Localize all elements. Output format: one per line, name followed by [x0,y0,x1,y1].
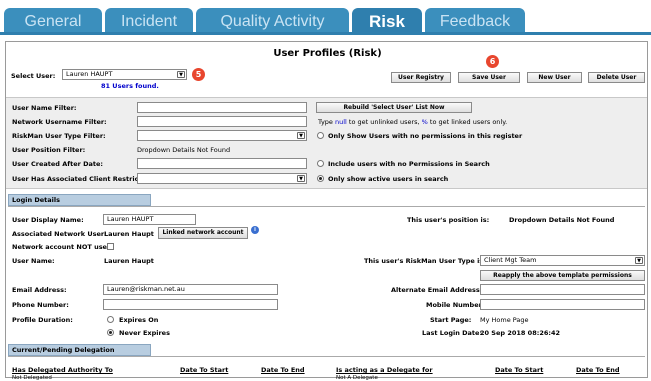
chevron-down-icon: ▼ [297,175,305,182]
network-username-filter-label: Network Username Filter: [12,118,107,126]
select-user-label: Select User: [11,72,56,80]
user-type-label: This user's RiskMan User Type is: [364,257,486,265]
col-acting-delegate: Is acting as a Delegate for [336,366,433,374]
created-after-filter-label: User Created After Date: [12,160,103,168]
last-login-value: 20 Sep 2018 08:26:42 [480,329,561,337]
chevron-down-icon: ▼ [297,132,305,139]
start-page-label: Start Page: [430,316,472,324]
client-restriction-filter-label: User Has Associated Client Restriction: [12,175,156,183]
tab-general[interactable]: General [4,8,102,34]
never-expires-radio[interactable] [107,329,114,336]
user-registry-button[interactable]: User Registry [391,72,451,83]
tab-feedback[interactable]: Feedback [425,8,525,34]
tab-incident[interactable]: Incident [105,8,193,34]
start-page-value: My Home Page [480,316,529,324]
col-date-end-1: Date To End [261,366,305,374]
created-after-date-input[interactable] [137,158,307,169]
delete-user-button[interactable]: Delete User [588,72,645,83]
module-tabs: General Incident Quality Activity Risk F… [0,0,651,35]
display-name-value: Lauren HAUPT [107,215,154,223]
tab-underline [0,32,651,35]
last-login-label: Last Login Date: [422,329,483,337]
chevron-down-icon: ▼ [177,71,185,78]
section-divider [8,356,645,357]
chevron-down-icon: ▼ [635,257,643,264]
col-has-delegated: Has Delegated Authority To [12,366,113,374]
delegation-row-left: Not Delegated [12,375,52,381]
login-details-header: Login Details [8,194,151,206]
user-name-value: Lauren Haupt [104,257,154,265]
select-user-dropdown[interactable]: Lauren HAUPT ▼ [62,69,187,80]
save-user-button[interactable]: Save User [458,72,520,83]
section-divider [8,206,645,207]
expires-on-radio[interactable] [107,316,114,323]
user-name-filter-label: User Name Filter: [12,104,77,112]
no-permissions-register-radio[interactable] [317,132,324,139]
network-username-filter-input[interactable] [137,116,307,127]
expires-on-label: Expires On [119,316,159,324]
page-title: User Profiles (Risk) [273,48,382,59]
email-input[interactable]: Lauren@riskman.net.au [103,284,278,295]
callout-badge-6: 6 [486,55,499,68]
associated-network-label: Associated Network User: [12,230,107,238]
delegation-row-right: Not A Delegate [336,375,378,381]
alternate-email-label: Alternate Email Address: [391,286,483,294]
include-no-permissions-label: Include users with no Permissions in Sea… [328,160,490,168]
display-name-label: User Display Name: [12,216,84,224]
network-not-used-label: Network account NOT used: [12,243,115,251]
include-no-permissions-radio[interactable] [317,160,324,167]
user-type-value: Client Mgt Team [484,256,537,264]
phone-input[interactable] [103,299,278,310]
callout-badge-5: 5 [192,68,205,81]
associated-network-value: Lauren Haupt [104,230,154,238]
user-type-filter-dropdown[interactable]: ▼ [137,130,307,141]
network-not-used-checkbox[interactable] [107,243,114,250]
active-only-radio[interactable] [317,175,324,182]
email-value: Lauren@riskman.net.au [107,285,185,293]
profile-duration-label: Profile Duration: [12,316,73,324]
col-date-start-2: Date To Start [495,366,544,374]
position-value: Dropdown Details Not Found [509,216,615,224]
active-only-label: Only show active users in search [328,175,449,183]
user-type-dropdown[interactable]: Client Mgt Team ▼ [480,255,645,266]
new-user-button[interactable]: New User [527,72,582,83]
user-type-filter-label: RiskMan User Type Filter: [12,132,106,140]
user-profiles-frame: User Profiles (Risk) Select User: Lauren… [5,41,648,381]
col-date-start-1: Date To Start [180,366,229,374]
never-expires-label: Never Expires [119,329,170,337]
mobile-input[interactable] [480,299,645,310]
position-filter-label: User Position Filter: [12,146,86,154]
users-found-count: 81 Users found. [101,82,159,90]
no-permissions-register-label: Only Show Users with no permissions in t… [328,132,523,140]
reapply-permissions-button[interactable]: Reapply the above template permissions [480,270,645,281]
mobile-label: Mobile Number: [426,301,485,309]
user-name-label: User Name: [12,257,55,265]
client-restriction-dropdown[interactable]: ▼ [137,173,307,184]
position-filter-value: Dropdown Details Not Found [137,146,231,154]
linked-network-account-button[interactable]: Linked network account [158,227,248,239]
phone-label: Phone Number: [12,301,69,309]
filter-hint: Type null to get unlinked users, % to ge… [318,118,508,126]
position-label: This user's position is: [407,216,490,224]
user-name-filter-input[interactable] [137,102,307,113]
delegation-header: Current/Pending Delegation [8,344,151,356]
alternate-email-input[interactable] [480,284,645,295]
email-label: Email Address: [12,286,67,294]
info-icon[interactable]: i [251,226,259,234]
tab-quality-activity[interactable]: Quality Activity [196,8,349,34]
select-user-value: Lauren HAUPT [66,70,113,78]
rebuild-user-list-button[interactable]: Rebuild 'Select User' List Now [316,102,472,113]
display-name-input[interactable]: Lauren HAUPT [103,214,196,225]
tab-risk[interactable]: Risk [352,8,422,34]
col-date-end-2: Date To End [576,366,620,374]
